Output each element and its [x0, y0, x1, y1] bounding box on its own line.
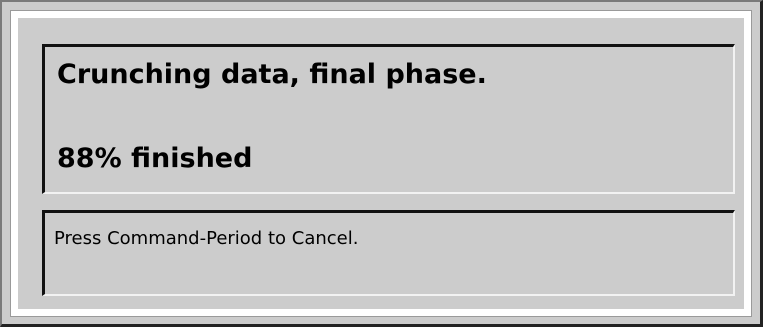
cancel-hint-panel: Press Command-Period to Cancel. — [42, 210, 735, 296]
status-panel: Crunching data, final phase. 88% finishe… — [42, 44, 735, 194]
cancel-hint-text: Press Command-Period to Cancel. — [54, 228, 359, 249]
progress-text: 88% finished — [57, 143, 253, 174]
status-message: Crunching data, final phase. — [57, 59, 487, 90]
